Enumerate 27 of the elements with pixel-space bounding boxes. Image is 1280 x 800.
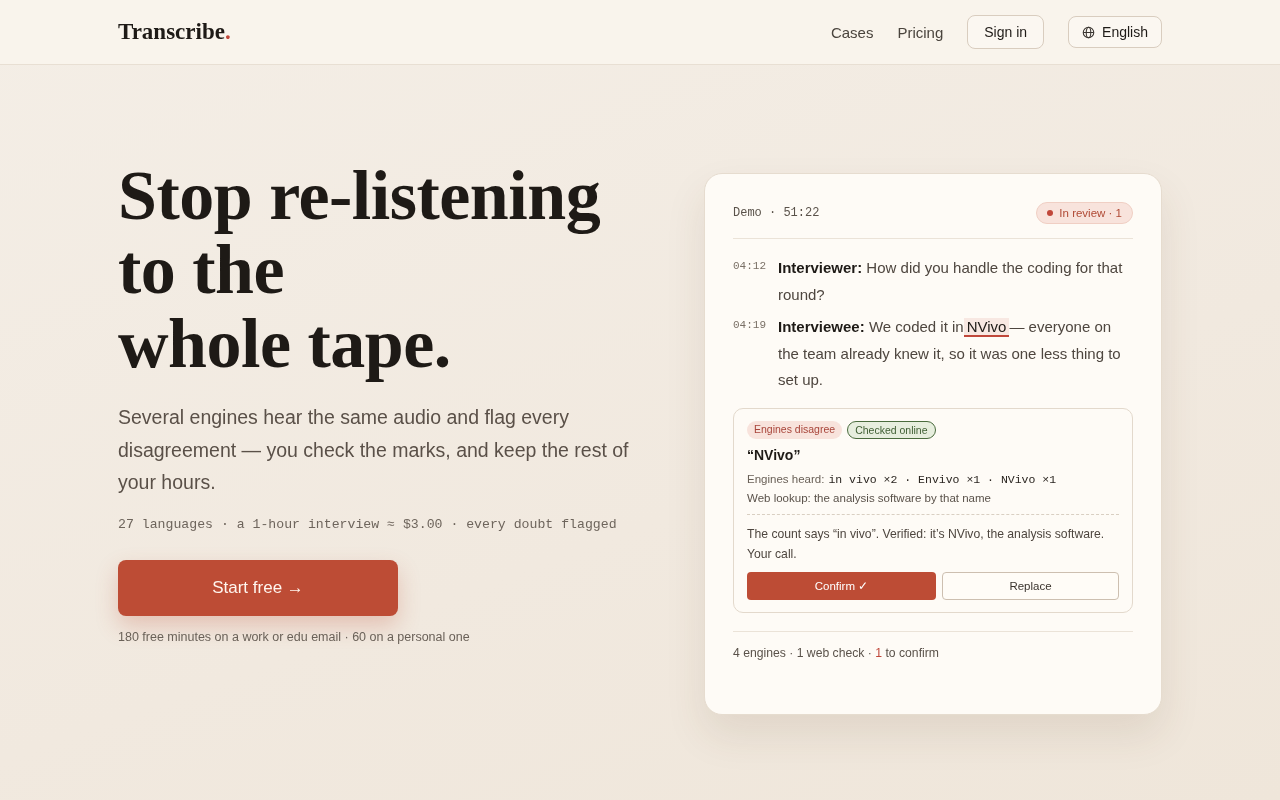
- hero-description: Several engines hear the same audio and flag every disagreement — you check the marks, and keep the rest of your hours.: [118, 405, 630, 495]
- language-button[interactable]: English: [1068, 16, 1162, 48]
- sign-in-button[interactable]: Sign in: [967, 15, 1045, 49]
- signup-note: 180 free minutes on a work or edu email · 60 on a personal one: [118, 629, 471, 644]
- nav-link[interactable]: Pricing: [897, 23, 944, 41]
- transcript-line: Interviewer: How did you handle the coding for that round?: [778, 258, 1124, 305]
- confirm-button[interactable]: Confirm ✓: [747, 571, 936, 600]
- tag: Checked online: [847, 420, 936, 439]
- logo[interactable]: Transcribe.: [118, 19, 231, 45]
- timestamp: 04:19: [733, 318, 767, 333]
- tag: Engines disagree: [747, 420, 843, 439]
- heard-label: Engines heard:: [747, 472, 825, 485]
- transcript-line: Interviewee: We coded it in NVivo — everyone on the team already knew it, so it was one less thing to set up.: [778, 317, 1122, 390]
- lookup-text: Web lookup: the analysis software by that name: [747, 491, 1119, 515]
- timestamp: 04:12: [733, 259, 767, 274]
- heard-variants: in vivo ×2 · Envivo ×1 · NVivo ×1: [828, 472, 1057, 486]
- verdict-text: The count says “in vivo”. Verified: it’s NVivo, the analysis software. Your call.: [747, 525, 1106, 563]
- flagged-term: “NVivo”: [747, 446, 802, 463]
- demo-label: Demo · 51:22: [733, 206, 820, 220]
- status-badge: In review · 1: [1036, 202, 1133, 224]
- facts-line: 27 languages · a 1-hour interview ≈ $3.00 · every doubt flagged: [118, 516, 618, 532]
- card-footer: 4 engines · 1 web check · 1 to confirm: [733, 630, 1133, 660]
- start-free-button[interactable]: Start free →: [118, 559, 398, 616]
- hero-heading: Stop re-listening to the whole tape.: [118, 159, 602, 381]
- replace-button[interactable]: Replace: [942, 571, 1119, 600]
- nav-link[interactable]: Cases: [830, 23, 874, 41]
- globe-icon: [1082, 25, 1096, 39]
